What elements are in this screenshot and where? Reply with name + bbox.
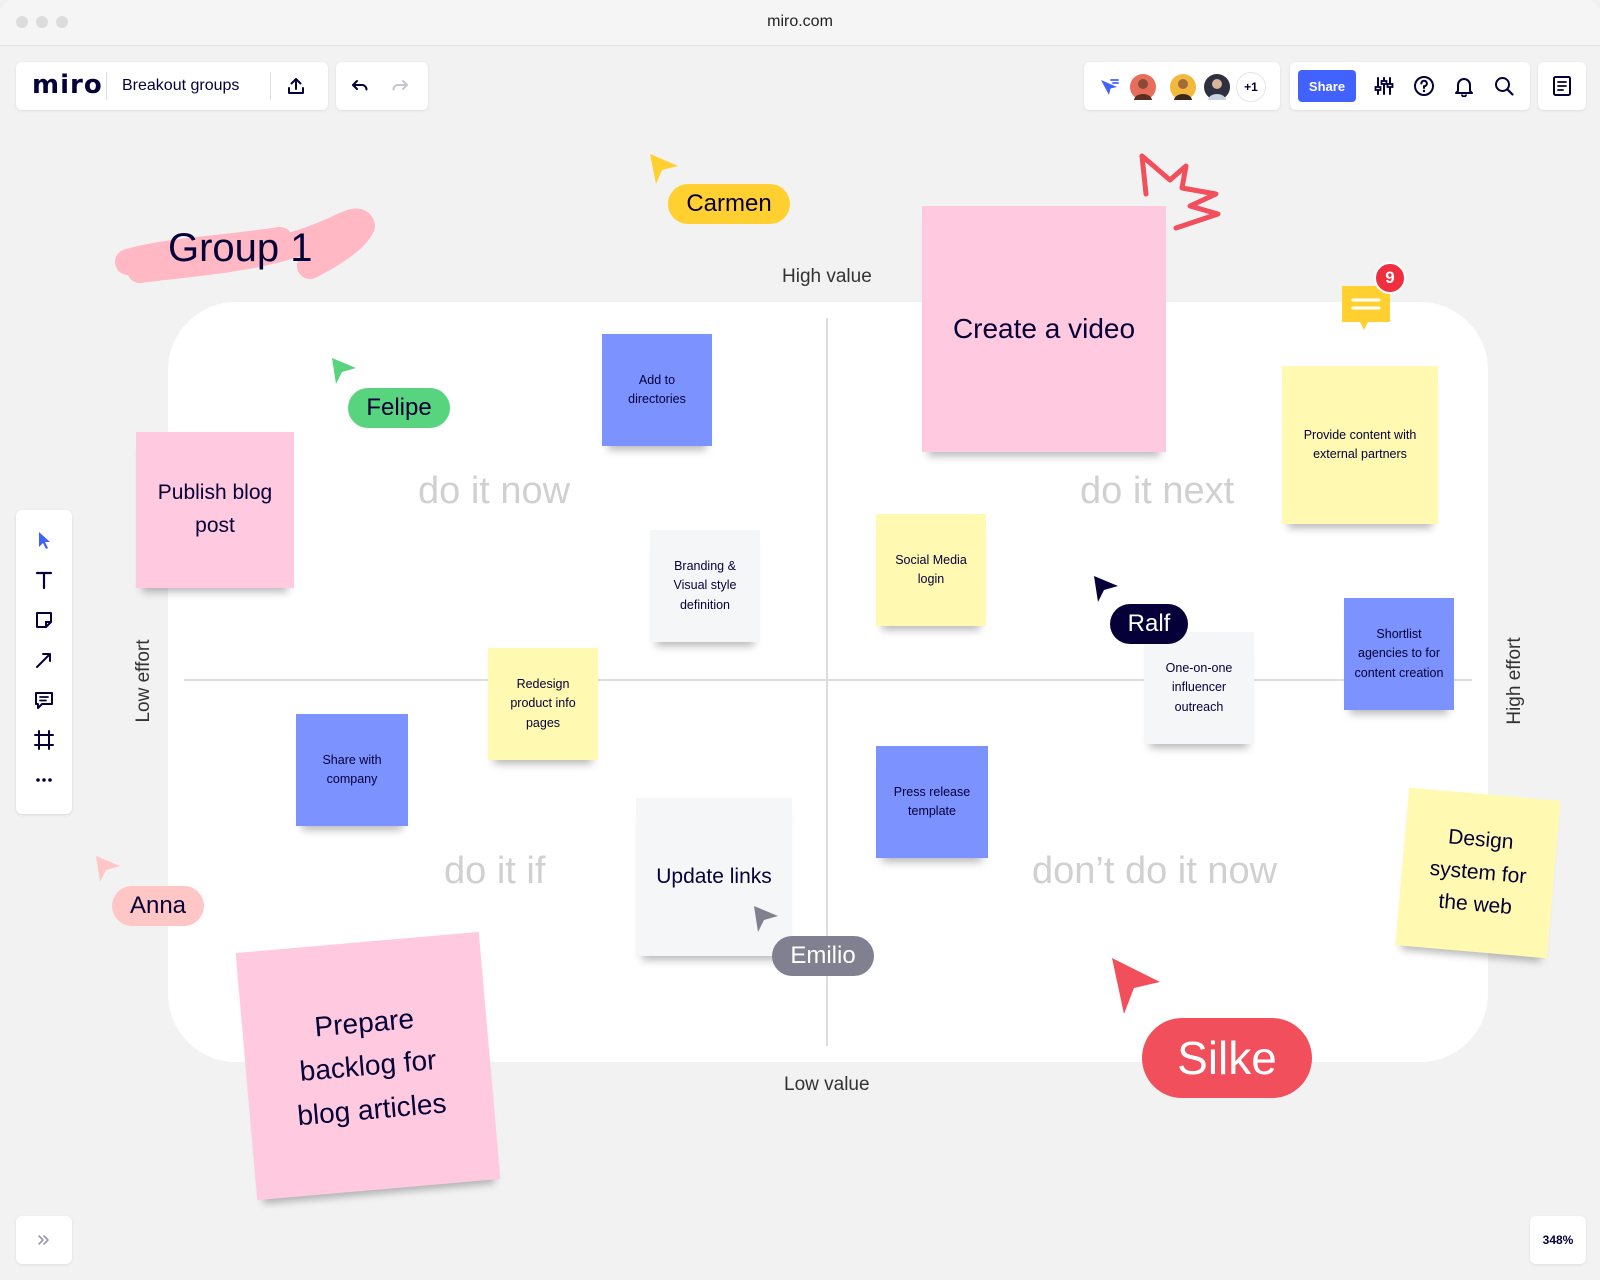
sticky-note[interactable]: Prepare backlog for blog articles [235, 931, 501, 1201]
axis-label-right: High effort [1504, 637, 1525, 725]
zoom-level[interactable]: 348% [1530, 1216, 1586, 1264]
doodle-scribble [1139, 153, 1221, 231]
axis-label-top: High value [782, 266, 872, 287]
axis-label-bottom: Low value [784, 1074, 870, 1095]
cursor-label-ralf: Ralf [1110, 604, 1188, 644]
cursor-label-silke: Silke [1142, 1018, 1312, 1098]
sticky-note[interactable]: Press release template [876, 746, 988, 858]
notes-list-icon[interactable] [1548, 72, 1576, 100]
sticky-note[interactable]: Redesign product info pages [488, 648, 598, 760]
app-window: miro.com miro Breakout groups +1 Share G… [0, 0, 1600, 1280]
comment-count-badge: 9 [1374, 262, 1406, 294]
quadrant-label-dont-do-it-now: don’t do it now [1032, 850, 1278, 892]
cursor-pointer-icon [650, 154, 678, 184]
sticky-note[interactable]: Design system for the web [1395, 787, 1561, 959]
horizontal-axis-line [184, 679, 1472, 681]
follow-cursor-icon[interactable] [1096, 74, 1122, 100]
cursor-pointer-icon [332, 358, 356, 384]
cursor-label-felipe: Felipe [348, 388, 450, 428]
board-header-panel: miro Breakout groups [16, 62, 328, 110]
collaborator-avatar[interactable] [1202, 72, 1232, 102]
history-panel [336, 62, 428, 110]
axis-label-left: Low effort [133, 639, 154, 723]
sticky-note[interactable]: Provide content with external partners [1282, 366, 1438, 524]
text-tool-icon[interactable] [30, 566, 58, 594]
export-icon[interactable] [282, 72, 310, 100]
sticky-note[interactable]: Add to directories [602, 334, 712, 446]
cursor-pointer-icon [754, 906, 778, 932]
sticky-note[interactable]: Create a video [922, 206, 1166, 452]
frame-tool-icon[interactable] [30, 726, 58, 754]
sticky-note[interactable]: Share with company [296, 714, 408, 826]
redo-icon[interactable] [386, 72, 414, 100]
sticky-note[interactable]: Branding & Visual style definition [650, 530, 760, 642]
sticky-note[interactable]: Shortlist agencies to for content creati… [1344, 598, 1454, 710]
browser-titlebar: miro.com [0, 0, 1600, 46]
divider [106, 72, 107, 100]
more-collaborators-badge[interactable]: +1 [1236, 72, 1266, 102]
select-tool-icon[interactable] [30, 526, 58, 554]
search-icon[interactable] [1490, 72, 1518, 100]
url-text: miro.com [767, 13, 833, 30]
sticky-note-tool-icon[interactable] [30, 606, 58, 634]
cursor-label-anna: Anna [112, 886, 204, 926]
cursor-pointer-icon [1112, 958, 1160, 1014]
quadrant-label-do-it-now: do it now [418, 470, 571, 512]
collaborator-avatar[interactable] [1168, 72, 1198, 102]
double-chevron-right-icon [30, 1226, 58, 1254]
expand-panel-button[interactable] [16, 1216, 72, 1264]
miro-logo[interactable]: miro [32, 70, 103, 100]
settings-sliders-icon[interactable] [1370, 72, 1398, 100]
collaborators-panel: +1 [1084, 62, 1280, 110]
share-button[interactable]: Share [1298, 70, 1356, 102]
help-icon[interactable] [1410, 72, 1438, 100]
group-title[interactable]: Group 1 [168, 226, 313, 271]
cursor-label-emilio: Emilio [772, 936, 874, 976]
sticky-note[interactable]: Social Media login [876, 514, 986, 626]
actions-panel: Share [1290, 62, 1530, 110]
divider [270, 72, 271, 100]
board-name[interactable]: Breakout groups [122, 77, 239, 95]
cursor-pointer-icon [96, 856, 120, 882]
cursor-label-carmen: Carmen [668, 184, 790, 224]
quadrant-label-do-it-next: do it next [1080, 470, 1235, 512]
notes-panel [1538, 62, 1586, 110]
notifications-bell-icon[interactable] [1450, 72, 1478, 100]
tools-toolbar [16, 510, 72, 814]
collaborator-avatar[interactable] [1128, 72, 1158, 102]
cursor-pointer-icon [1094, 576, 1118, 602]
quadrant-label-do-it-if: do it if [444, 850, 546, 892]
sticky-note[interactable]: Publish blog post [136, 432, 294, 588]
undo-icon[interactable] [346, 72, 374, 100]
sticky-note[interactable]: One-on-one influencer outreach [1144, 632, 1254, 744]
connector-arrow-tool-icon[interactable] [30, 646, 58, 674]
more-tools-icon[interactable] [30, 766, 58, 794]
comment-tool-icon[interactable] [30, 686, 58, 714]
